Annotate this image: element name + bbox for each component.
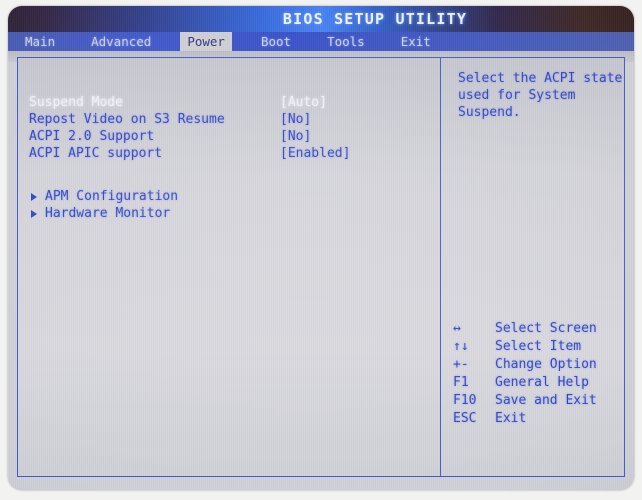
setting-label: ACPI APIC support <box>29 146 163 161</box>
key-legend-label: Save and Exit <box>495 393 597 408</box>
settings-list: Suspend Mode [Auto] Repost Video on S3 R… <box>29 94 429 162</box>
setting-value[interactable]: [Auto] <box>280 94 327 111</box>
help-panel: Select the ACPI state used for System Su… <box>458 70 628 121</box>
key-legend-row-change-option: +- Change Option <box>450 356 630 374</box>
plus-minus-icon: +- <box>453 357 469 372</box>
triangle-right-icon <box>31 209 37 218</box>
key-legend: ↔ Select Screen ↑↓ Select Item +- Change Op… <box>450 320 630 428</box>
key-legend-row-select-item: ↑↓ Select Item <box>450 338 630 356</box>
tab-power[interactable]: Power <box>180 32 232 51</box>
key-legend-label: Exit <box>495 411 527 426</box>
tab-boot[interactable]: Boot <box>254 32 298 51</box>
key-legend-label: Select Screen <box>495 321 597 336</box>
menu-tab-bar[interactable]: Main Advanced Power Boot Tools Exit <box>8 32 634 51</box>
tab-main[interactable]: Main <box>18 32 62 51</box>
submenu-item-hardware-monitor[interactable]: Hardware Monitor <box>29 205 429 222</box>
esc-key-icon: ESC <box>453 411 477 426</box>
submenu-item-label: APM Configuration <box>45 189 179 204</box>
setting-row-acpi-apic-support[interactable]: ACPI APIC support [Enabled] <box>29 145 429 162</box>
key-legend-row-save-and-exit: F10 Save and Exit <box>450 392 630 410</box>
tab-tools[interactable]: Tools <box>320 32 372 51</box>
key-legend-label: General Help <box>495 375 589 390</box>
triangle-right-icon <box>31 192 37 201</box>
setting-value[interactable]: [Enabled] <box>280 145 350 162</box>
help-line: used for System <box>458 88 576 103</box>
page-title: BIOS SETUP UTILITY <box>282 10 468 28</box>
content-frame: Suspend Mode [Auto] Repost Video on S3 R… <box>17 57 625 477</box>
f10-key-icon: F10 <box>453 393 477 408</box>
submenu-item-apm-configuration[interactable]: APM Configuration <box>29 188 429 205</box>
tab-advanced[interactable]: Advanced <box>84 32 158 51</box>
submenu-list: APM Configuration Hardware Monitor <box>29 188 429 222</box>
bios-screen: BIOS SETUP UTILITY Main Advanced Power B… <box>8 6 634 490</box>
left-right-arrow-icon: ↔ <box>453 321 461 336</box>
key-legend-row-select-screen: ↔ Select Screen <box>450 320 630 338</box>
monitor-bezel: BIOS SETUP UTILITY Main Advanced Power B… <box>0 0 642 500</box>
f1-key-icon: F1 <box>453 375 469 390</box>
key-legend-label: Select Item <box>495 339 582 354</box>
setting-label: ACPI 2.0 Support <box>29 129 155 144</box>
key-legend-row-general-help: F1 General Help <box>450 374 630 392</box>
title-bar: BIOS SETUP UTILITY <box>8 6 634 32</box>
key-legend-row-exit: ESC Exit <box>450 410 630 428</box>
setting-label: Suspend Mode <box>29 95 123 110</box>
setting-row-acpi-2-0-support[interactable]: ACPI 2.0 Support [No] <box>29 128 429 145</box>
submenu-item-label: Hardware Monitor <box>45 206 171 221</box>
pane-divider <box>440 58 441 476</box>
help-line: Select the ACPI state <box>458 71 623 86</box>
up-down-arrow-icon: ↑↓ <box>453 339 469 354</box>
key-legend-label: Change Option <box>495 357 597 372</box>
setting-value[interactable]: [No] <box>280 128 311 145</box>
setting-label: Repost Video on S3 Resume <box>29 112 225 127</box>
setting-value[interactable]: [No] <box>280 111 311 128</box>
help-line: Suspend. <box>458 105 521 120</box>
setting-row-repost-video-on-s3-resume[interactable]: Repost Video on S3 Resume [No] <box>29 111 429 128</box>
setting-row-suspend-mode[interactable]: Suspend Mode [Auto] <box>29 94 429 111</box>
tab-exit[interactable]: Exit <box>394 32 438 51</box>
